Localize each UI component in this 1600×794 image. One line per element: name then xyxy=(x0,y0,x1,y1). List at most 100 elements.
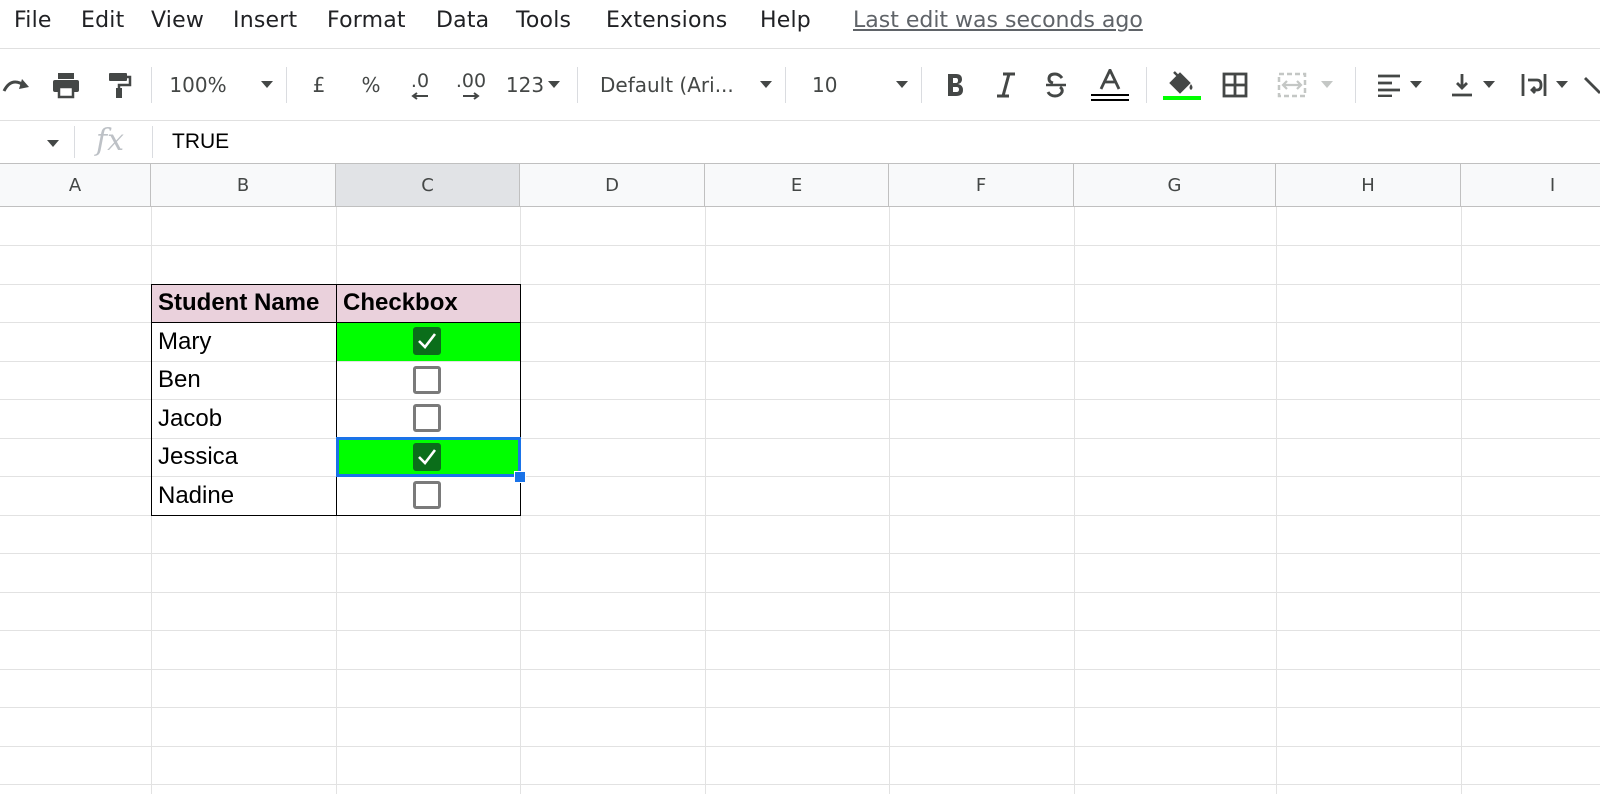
menu-help[interactable]: Help xyxy=(760,8,811,33)
font-size-value: 10 xyxy=(812,72,838,97)
text-wrapping-button[interactable] xyxy=(1513,49,1575,120)
chevron-down-icon xyxy=(548,81,561,88)
horizontal-align-button[interactable] xyxy=(1370,49,1428,120)
toolbar-divider xyxy=(921,67,922,103)
paint-format-icon xyxy=(109,72,132,98)
toolbar-divider xyxy=(286,67,287,103)
redo-button[interactable] xyxy=(0,49,34,120)
checkbox-unchecked[interactable] xyxy=(413,404,441,432)
checkbox-cell[interactable] xyxy=(336,322,520,361)
font-family-value: Default (Ari... xyxy=(600,72,734,97)
student-name-cell[interactable]: Ben xyxy=(151,361,336,399)
toolbar-divider xyxy=(577,67,578,103)
text-rotation-button[interactable] xyxy=(1583,49,1600,120)
redo-icon xyxy=(2,78,29,92)
more-formats-label: 123 xyxy=(505,72,545,97)
toolbar: 100% £ % .0 .00 123 Default (Ari... 10 xyxy=(0,49,1600,120)
column-header-c[interactable]: C xyxy=(336,164,520,206)
toolbar-divider xyxy=(1146,67,1147,103)
bold-button[interactable] xyxy=(939,49,971,120)
print-button[interactable] xyxy=(48,49,84,120)
chevron-down-icon xyxy=(760,81,772,88)
menu-insert[interactable]: Insert xyxy=(233,8,297,33)
fill-color-button[interactable] xyxy=(1162,49,1202,120)
text-rotation-icon xyxy=(1584,76,1600,94)
menu-tools[interactable]: Tools xyxy=(516,8,571,33)
student-name-cell[interactable]: Nadine xyxy=(151,476,336,515)
italic-button[interactable] xyxy=(990,49,1022,120)
currency-button[interactable]: £ xyxy=(304,49,334,120)
merge-cells-button[interactable] xyxy=(1270,49,1340,120)
font-family-select[interactable]: Default (Ari... xyxy=(600,49,772,120)
name-box[interactable] xyxy=(0,121,70,163)
menu-view[interactable]: View xyxy=(151,8,204,33)
menu-extensions[interactable]: Extensions xyxy=(606,8,727,33)
percent-label: % xyxy=(361,72,381,97)
fill-handle[interactable] xyxy=(514,471,526,483)
font-size-select[interactable]: 10 xyxy=(812,49,908,120)
column-header-a[interactable]: A xyxy=(0,164,151,206)
toolbar-divider xyxy=(151,67,152,103)
zoom-select[interactable]: 100% xyxy=(168,49,274,120)
strikethrough-button[interactable] xyxy=(1040,49,1072,120)
grid-line xyxy=(1074,207,1075,794)
checkbox-cell[interactable] xyxy=(336,361,520,399)
grid-line xyxy=(1461,207,1462,794)
chevron-down-icon xyxy=(1483,81,1495,88)
sheet-grid[interactable]: Student Name Checkbox Mary Ben Jacob Jes… xyxy=(0,207,1600,794)
checkbox-unchecked[interactable] xyxy=(413,481,441,509)
column-header-e[interactable]: E xyxy=(705,164,889,206)
text-color-underline xyxy=(1091,93,1129,101)
column-header-f[interactable]: F xyxy=(889,164,1074,206)
menu-data[interactable]: Data xyxy=(436,8,489,33)
grid-line xyxy=(1276,207,1277,794)
bold-icon xyxy=(948,73,963,96)
column-header-g[interactable]: G xyxy=(1074,164,1276,206)
menu-bar: File Edit View Insert Format Data Tools … xyxy=(0,0,1600,44)
menu-file[interactable]: File xyxy=(14,8,52,33)
student-name-cell[interactable]: Mary xyxy=(151,322,336,361)
paint-format-button[interactable] xyxy=(102,49,136,120)
checkbox-cell[interactable] xyxy=(336,476,520,515)
column-header-h[interactable]: H xyxy=(1276,164,1461,206)
align-left-icon xyxy=(1378,74,1400,97)
toolbar-divider xyxy=(1355,67,1356,103)
checkbox-checked[interactable] xyxy=(413,327,441,355)
last-edit-link[interactable]: Last edit was seconds ago xyxy=(853,8,1143,33)
student-name-cell[interactable]: Jessica xyxy=(151,438,336,476)
more-formats-button[interactable]: 123 xyxy=(503,49,563,120)
column-header-i[interactable]: I xyxy=(1461,164,1600,206)
formula-input[interactable]: TRUE xyxy=(172,130,229,154)
grid-line xyxy=(0,746,1600,747)
menu-edit[interactable]: Edit xyxy=(81,8,124,33)
checkbox-unchecked[interactable] xyxy=(413,366,441,394)
formula-bar: fx TRUE xyxy=(0,121,1600,163)
merge-cells-icon xyxy=(1277,72,1307,97)
column-header-d[interactable]: D xyxy=(520,164,705,206)
column-header-b[interactable]: B xyxy=(151,164,336,206)
increase-decimal-button[interactable]: .00 xyxy=(451,49,491,120)
text-color-button[interactable] xyxy=(1090,49,1130,120)
table-header-checkbox[interactable]: Checkbox xyxy=(336,284,520,322)
menu-format[interactable]: Format xyxy=(327,8,406,33)
decrease-decimal-button[interactable]: .0 xyxy=(402,49,438,120)
increase-decimal-label: .00 xyxy=(455,69,487,92)
grid-line xyxy=(705,207,706,794)
chevron-down-icon xyxy=(260,81,273,88)
strikethrough-icon xyxy=(1046,71,1066,98)
vertical-align-button[interactable] xyxy=(1443,49,1501,120)
table-header-student-name[interactable]: Student Name xyxy=(151,284,336,322)
toolbar-divider xyxy=(785,67,786,103)
student-name-cell[interactable]: Jacob xyxy=(151,399,336,438)
align-bottom-icon xyxy=(1452,73,1472,96)
check-icon xyxy=(418,333,437,349)
decrease-decimal-label: .0 xyxy=(410,69,430,92)
checkbox-cell[interactable] xyxy=(336,399,520,438)
arrow-left-icon xyxy=(411,91,428,100)
grid-line xyxy=(0,553,1600,554)
grid-line xyxy=(0,784,1600,785)
borders-icon xyxy=(1222,72,1248,97)
chevron-down-icon xyxy=(1321,81,1333,88)
percent-button[interactable]: % xyxy=(356,49,386,120)
borders-button[interactable] xyxy=(1218,49,1252,120)
